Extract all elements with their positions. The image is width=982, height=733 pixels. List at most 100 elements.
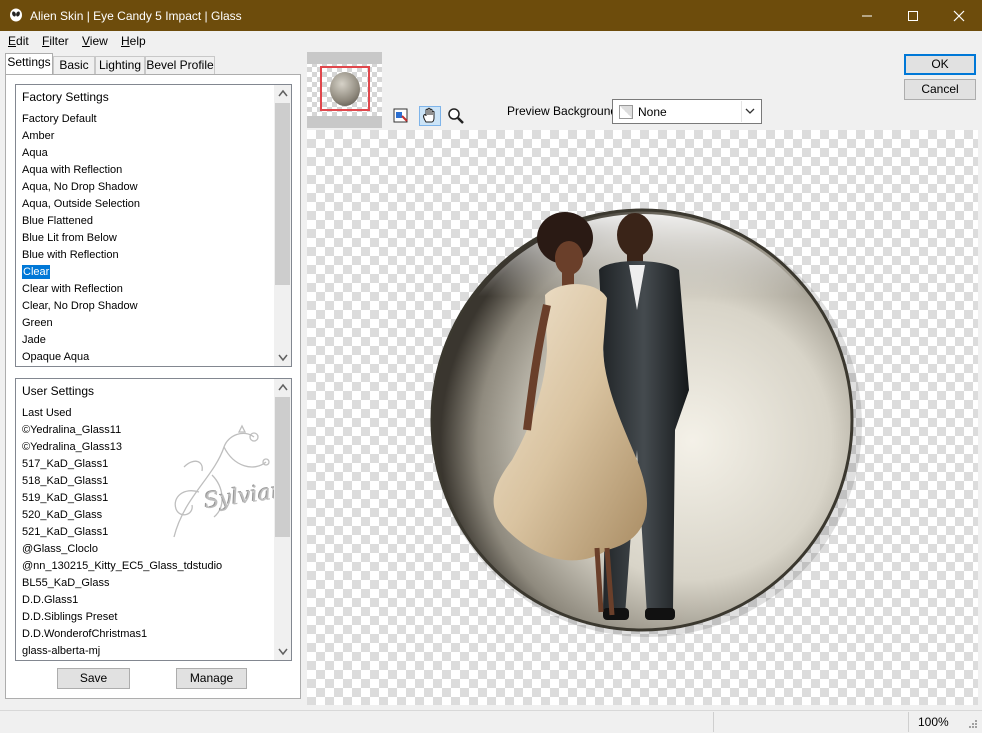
tab-bevel-profile[interactable]: Bevel Profile xyxy=(145,56,215,74)
minimize-button[interactable] xyxy=(844,0,890,31)
menu-help[interactable]: Help xyxy=(121,34,146,48)
factory-setting-item-label: Clear, No Drop Shadow xyxy=(22,300,138,312)
user-setting-item-label: ©Yedralina_Glass11 xyxy=(22,424,122,436)
user-setting-item[interactable]: D.D.Siblings Preset xyxy=(22,609,222,626)
user-setting-item[interactable]: D.D.WonderofChristmas1 xyxy=(22,626,222,643)
preview-background-select[interactable]: None xyxy=(612,99,762,124)
preview-background-label: Preview Background: xyxy=(507,104,621,118)
user-setting-item-label: Last Used xyxy=(22,407,72,419)
factory-setting-item[interactable]: Blue Lit from Below xyxy=(22,230,140,247)
scroll-thumb[interactable] xyxy=(275,397,290,537)
status-bar: 100% xyxy=(0,710,982,733)
status-divider xyxy=(713,712,714,732)
factory-settings-list[interactable]: Factory Settings Factory Default Amber Aqu… xyxy=(15,84,292,367)
user-setting-item-label: ©Yedralina_Glass13 xyxy=(22,441,123,453)
chevron-down-icon xyxy=(277,648,288,656)
factory-setting-item[interactable]: Factory Default xyxy=(22,111,140,128)
manage-button[interactable]: Manage xyxy=(176,668,247,689)
scroll-up-button[interactable] xyxy=(274,85,291,102)
factory-setting-item-label: Aqua xyxy=(22,147,48,159)
factory-setting-item[interactable]: Jade xyxy=(22,332,140,349)
scroll-thumb[interactable] xyxy=(275,103,290,285)
factory-setting-item[interactable]: Clear xyxy=(22,264,140,281)
status-divider xyxy=(908,712,909,732)
factory-scrollbar[interactable] xyxy=(274,85,291,366)
scroll-down-button[interactable] xyxy=(274,643,291,660)
factory-setting-item[interactable]: Amber xyxy=(22,128,140,145)
factory-setting-item-label: Factory Default xyxy=(22,113,97,125)
select-separator xyxy=(741,101,742,122)
navigator-band-bottom xyxy=(307,116,382,128)
factory-setting-item[interactable]: Blue with Reflection xyxy=(22,247,140,264)
factory-setting-item[interactable]: Clear, No Drop Shadow xyxy=(22,298,140,315)
resize-grip-icon[interactable] xyxy=(966,719,978,731)
menu-view[interactable]: View xyxy=(82,34,108,48)
user-setting-item[interactable]: glass-alberta-mj xyxy=(22,643,222,660)
navigator-icon xyxy=(393,108,408,123)
factory-setting-item[interactable]: Aqua, Outside Selection xyxy=(22,196,140,213)
zoom-tool-icon xyxy=(448,108,464,124)
tab-settings[interactable]: Settings xyxy=(5,53,53,74)
user-setting-item-label: @nn_130215_Kitty_EC5_Glass_tdstudio xyxy=(22,560,223,572)
navigator-tool[interactable] xyxy=(390,106,412,126)
preview-background-value: None xyxy=(638,105,667,119)
cancel-button[interactable]: Cancel xyxy=(904,79,976,100)
factory-setting-item[interactable]: Green xyxy=(22,315,140,332)
chevron-up-icon xyxy=(277,89,288,97)
factory-setting-item[interactable]: Aqua xyxy=(22,145,140,162)
navigator-thumbnail[interactable] xyxy=(307,52,382,128)
chevron-up-icon xyxy=(277,383,288,391)
scroll-down-button[interactable] xyxy=(274,349,291,366)
title-bar: Alien Skin | Eye Candy 5 Impact | Glass xyxy=(0,0,982,31)
factory-setting-item-label: Opaque Aqua xyxy=(22,351,90,363)
factory-settings-header: Factory Settings xyxy=(22,90,109,104)
user-setting-item-label: 521_KaD_Glass1 xyxy=(22,526,109,538)
factory-setting-item-label: Aqua, Outside Selection xyxy=(22,198,141,210)
navigator-view-frame[interactable] xyxy=(320,66,370,111)
chevron-down-icon xyxy=(745,108,755,114)
menu-view-hotkey: V xyxy=(82,34,90,48)
maximize-button[interactable] xyxy=(890,0,936,31)
user-setting-item-label: 519_KaD_Glass1 xyxy=(22,492,109,504)
user-setting-item[interactable]: BL55_KaD_Glass xyxy=(22,575,222,592)
menu-filter[interactable]: Filter xyxy=(42,34,69,48)
minimize-icon xyxy=(862,15,872,17)
factory-setting-item[interactable]: Clear with Reflection xyxy=(22,281,140,298)
zoom-tool[interactable] xyxy=(445,106,467,126)
save-button[interactable]: Save xyxy=(57,668,130,689)
preview-canvas[interactable] xyxy=(307,130,978,705)
factory-setting-item-label: Jade xyxy=(22,334,46,346)
hand-tool[interactable] xyxy=(419,106,441,126)
tab-lighting[interactable]: Lighting xyxy=(95,56,145,74)
menu-view-label: iew xyxy=(89,34,108,48)
factory-setting-item-label: Clear with Reflection xyxy=(22,283,123,295)
factory-setting-item-label: Blue Lit from Below xyxy=(22,232,117,244)
factory-setting-item-label: Aqua with Reflection xyxy=(22,164,123,176)
user-scrollbar[interactable] xyxy=(274,379,291,660)
menu-edit[interactable]: Edit xyxy=(8,34,29,48)
ok-button[interactable]: OK xyxy=(904,54,976,75)
preview-image xyxy=(430,208,862,637)
user-setting-item[interactable]: D.D.Glass1 xyxy=(22,592,222,609)
alien-skin-icon xyxy=(10,8,22,22)
chevron-down-icon xyxy=(277,354,288,362)
hand-tool-icon xyxy=(423,107,435,123)
zoom-level: 100% xyxy=(918,715,949,729)
factory-setting-item[interactable]: Aqua with Reflection xyxy=(22,162,140,179)
factory-setting-item-label: Aqua, No Drop Shadow xyxy=(22,181,138,193)
factory-setting-item[interactable]: Blue Flattened xyxy=(22,213,140,230)
menu-help-label: elp xyxy=(129,34,146,48)
user-settings-list[interactable]: User Settings Last Used ©Yedralina_Glass1… xyxy=(15,378,292,661)
maximize-icon xyxy=(908,11,918,21)
menu-edit-label: dit xyxy=(16,34,29,48)
factory-setting-item-label: Blue with Reflection xyxy=(22,249,119,261)
tab-basic[interactable]: Basic xyxy=(53,56,95,74)
user-setting-item-label: @Glass_Cloclo xyxy=(22,543,98,555)
factory-setting-item[interactable]: Aqua, No Drop Shadow xyxy=(22,179,140,196)
factory-setting-item[interactable]: Opaque Aqua xyxy=(22,349,140,366)
user-setting-item[interactable]: @nn_130215_Kitty_EC5_Glass_tdstudio xyxy=(22,558,222,575)
navigator-band-top xyxy=(307,52,382,64)
close-button[interactable] xyxy=(936,0,982,31)
scroll-up-button[interactable] xyxy=(274,379,291,396)
close-icon xyxy=(953,10,965,22)
